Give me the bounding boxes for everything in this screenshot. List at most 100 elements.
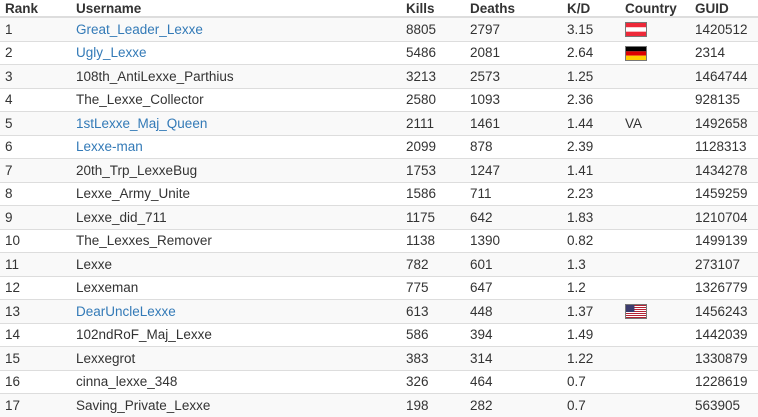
table-row: 16 cinna_lexxe_348 326 464 0.7 1228619: [0, 369, 758, 394]
country-cell: [620, 16, 690, 41]
kd-cell: 2.39: [562, 134, 620, 159]
username-link[interactable]: Ugly_Lexxe: [76, 45, 147, 60]
country-cell: [620, 40, 690, 65]
country-cell: [620, 64, 690, 88]
kills-cell: 1586: [401, 181, 465, 206]
username-link[interactable]: 1stLexxe_Maj_Queen: [76, 116, 207, 131]
table-row: 9 Lexxe_did_711 1175 642 1.83 1210704: [0, 205, 758, 229]
header-username[interactable]: Username: [71, 0, 401, 18]
rank-cell: 11: [0, 252, 71, 276]
kd-cell: 1.37: [562, 299, 620, 323]
username-link[interactable]: Lexxe-man: [76, 139, 143, 154]
guid-cell: 1228619: [690, 369, 758, 394]
table-row: 1 Great_Leader_Lexxe 8805 2797 3.15 1420512: [0, 16, 758, 41]
username-cell: Lexxe: [71, 252, 401, 276]
usa-flag-icon: [625, 304, 647, 320]
leaderboard-table: Rank Username Kills Deaths K/D Country G…: [0, 0, 758, 417]
kd-cell: 1.22: [562, 346, 620, 370]
username-cell: Lexxegrot: [71, 346, 401, 370]
deaths-cell: 601: [465, 252, 562, 276]
rank-cell: 10: [0, 228, 71, 253]
kills-cell: 2099: [401, 134, 465, 159]
country-cell: [620, 134, 690, 159]
country-cell: VA: [620, 111, 690, 135]
kd-cell: 1.3: [562, 252, 620, 276]
kd-cell: 1.2: [562, 275, 620, 300]
header-guid[interactable]: GUID: [690, 0, 758, 18]
username-link[interactable]: Great_Leader_Lexxe: [76, 22, 203, 37]
deaths-cell: 2081: [465, 40, 562, 65]
header-deaths[interactable]: Deaths: [465, 0, 562, 18]
guid-cell: 1420512: [690, 16, 758, 41]
kills-cell: 782: [401, 252, 465, 276]
kd-cell: 3.15: [562, 16, 620, 41]
deaths-cell: 282: [465, 393, 562, 417]
table-row: 10 The_Lexxes_Remover 1138 1390 0.82 1499139: [0, 228, 758, 253]
deaths-cell: 394: [465, 322, 562, 347]
deaths-cell: 647: [465, 275, 562, 300]
username-cell: Lexxeman: [71, 275, 401, 300]
kills-cell: 586: [401, 322, 465, 347]
username-cell: The_Lexxes_Remover: [71, 228, 401, 253]
austria-flag-icon: [625, 22, 647, 38]
header-kd[interactable]: K/D: [562, 0, 620, 18]
guid-cell: 1456243: [690, 299, 758, 323]
kd-cell: 0.7: [562, 393, 620, 417]
guid-cell: 1492658: [690, 111, 758, 135]
kills-cell: 2580: [401, 87, 465, 112]
guid-cell: 928135: [690, 87, 758, 112]
country-cell: [620, 205, 690, 229]
username-cell: Ugly_Lexxe: [71, 40, 401, 65]
table-row: 17 Saving_Private_Lexxe 198 282 0.7 563905: [0, 393, 758, 417]
header-kills[interactable]: Kills: [401, 0, 465, 18]
rank-cell: 17: [0, 393, 71, 417]
rank-cell: 13: [0, 299, 71, 323]
deaths-cell: 642: [465, 205, 562, 229]
kd-cell: 1.83: [562, 205, 620, 229]
username-cell: 20th_Trp_LexxeBug: [71, 158, 401, 182]
rank-cell: 12: [0, 275, 71, 300]
username-cell: cinna_lexxe_348: [71, 369, 401, 394]
table-row: 11 Lexxe 782 601 1.3 273107: [0, 252, 758, 276]
header-row: Rank Username Kills Deaths K/D Country G…: [0, 0, 758, 18]
kd-cell: 0.7: [562, 369, 620, 394]
guid-cell: 1434278: [690, 158, 758, 182]
guid-cell: 1128313: [690, 134, 758, 159]
username-link[interactable]: DearUncleLexxe: [76, 304, 176, 319]
rank-cell: 2: [0, 40, 71, 65]
header-rank[interactable]: Rank: [0, 0, 71, 18]
rank-cell: 1: [0, 16, 71, 41]
guid-cell: 2314: [690, 40, 758, 65]
table-row: 2 Ugly_Lexxe 5486 2081 2.64 2314: [0, 40, 758, 65]
table-row: 12 Lexxeman 775 647 1.2 1326779: [0, 275, 758, 300]
rank-cell: 8: [0, 181, 71, 206]
kd-cell: 2.23: [562, 181, 620, 206]
table-row: 6 Lexxe-man 2099 878 2.39 1128313: [0, 134, 758, 159]
guid-cell: 1326779: [690, 275, 758, 300]
kills-cell: 326: [401, 369, 465, 394]
header-country[interactable]: Country: [620, 0, 690, 18]
country-cell: [620, 346, 690, 370]
table-header: Rank Username Kills Deaths K/D Country G…: [0, 0, 758, 18]
username-cell: Lexxe_Army_Unite: [71, 181, 401, 206]
deaths-cell: 1247: [465, 158, 562, 182]
table-row: 4 The_Lexxe_Collector 2580 1093 2.36 928135: [0, 87, 758, 112]
table-row: 13 DearUncleLexxe 613 448 1.37 1456243: [0, 299, 758, 323]
kd-cell: 2.36: [562, 87, 620, 112]
country-cell: [620, 181, 690, 206]
rank-cell: 15: [0, 346, 71, 370]
guid-cell: 1210704: [690, 205, 758, 229]
country-cell: [620, 393, 690, 417]
username-cell: 1stLexxe_Maj_Queen: [71, 111, 401, 135]
table-row: 14 102ndRoF_Maj_Lexxe 586 394 1.49 1442039: [0, 322, 758, 347]
rank-cell: 7: [0, 158, 71, 182]
rank-cell: 9: [0, 205, 71, 229]
country-cell: [620, 87, 690, 112]
deaths-cell: 1390: [465, 228, 562, 253]
kills-cell: 383: [401, 346, 465, 370]
deaths-cell: 448: [465, 299, 562, 323]
username-cell: DearUncleLexxe: [71, 299, 401, 323]
deaths-cell: 464: [465, 369, 562, 394]
kills-cell: 775: [401, 275, 465, 300]
kd-cell: 2.64: [562, 40, 620, 65]
